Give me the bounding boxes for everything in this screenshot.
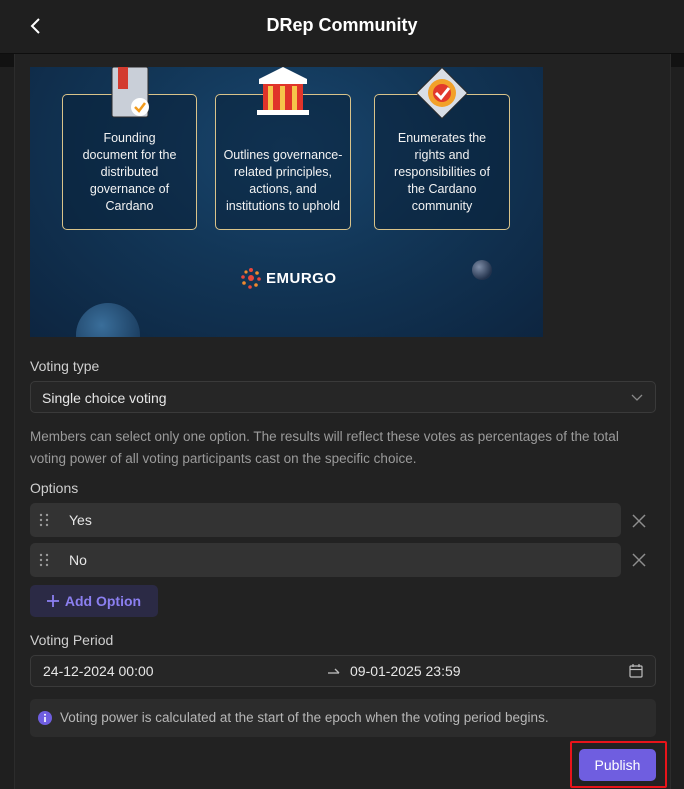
banner-card-3: Enumerates the rights and responsibiliti…: [374, 67, 510, 230]
start-date-input[interactable]: 24-12-2024 00:00: [43, 663, 154, 679]
drag-handle-icon[interactable]: [39, 513, 49, 527]
option-row[interactable]: Yes: [30, 503, 621, 537]
decorative-orb: [76, 303, 140, 337]
app-header: DRep Community: [0, 0, 684, 54]
options-label: Options: [30, 480, 79, 496]
voting-type-description: Members can select only one option. The …: [30, 429, 619, 466]
banner-card-2: Outlines governance-related principles, …: [215, 67, 351, 230]
calendar-icon[interactable]: [629, 663, 643, 678]
badge-check-icon: [415, 67, 469, 120]
plus-icon: [46, 595, 59, 607]
page-title: DRep Community: [266, 15, 418, 35]
emurgo-mark-icon: [241, 268, 261, 289]
voting-type-label: Voting type: [30, 358, 100, 374]
publish-button[interactable]: Publish: [579, 749, 656, 781]
banner-card-1-text: Founding document for the distributed go…: [82, 131, 177, 213]
info-alert-text: Voting power is calculated at the start …: [60, 710, 549, 725]
voting-period-label: Voting Period: [30, 632, 114, 648]
decorative-orb-small: [472, 260, 492, 280]
institution-icon: [257, 67, 309, 115]
chevron-down-icon: [631, 394, 643, 401]
document-check-icon: [111, 67, 149, 118]
drag-handle-icon[interactable]: [39, 553, 49, 567]
arrow-right-icon: [328, 668, 340, 674]
banner-card-3-text: Enumerates the rights and responsibiliti…: [394, 131, 490, 213]
voting-type-select[interactable]: Single choice voting: [30, 381, 656, 413]
voting-period-range-picker[interactable]: 24-12-2024 00:00 09-01-2025 23:59: [30, 655, 656, 687]
info-alert: Voting power is calculated at the start …: [30, 699, 656, 737]
end-date-input[interactable]: 09-01-2025 23:59: [350, 663, 461, 679]
remove-option-icon[interactable]: [631, 513, 647, 529]
option-row[interactable]: No: [30, 543, 621, 577]
emurgo-wordmark: EMURGO: [266, 269, 337, 287]
remove-option-icon[interactable]: [631, 552, 647, 568]
option-input[interactable]: Yes: [69, 512, 92, 528]
add-option-label: Add Option: [64, 593, 142, 609]
add-option-button[interactable]: Add Option: [30, 585, 158, 617]
voting-type-value: Single choice voting: [42, 390, 167, 406]
banner-image: Founding document for the distributed go…: [30, 67, 543, 337]
info-icon: [38, 711, 52, 725]
emurgo-logo: EMURGO: [240, 267, 337, 289]
option-input[interactable]: No: [69, 552, 87, 568]
banner-card-2-text: Outlines governance-related principles, …: [223, 148, 343, 213]
banner-card-1: Founding document for the distributed go…: [62, 67, 197, 230]
